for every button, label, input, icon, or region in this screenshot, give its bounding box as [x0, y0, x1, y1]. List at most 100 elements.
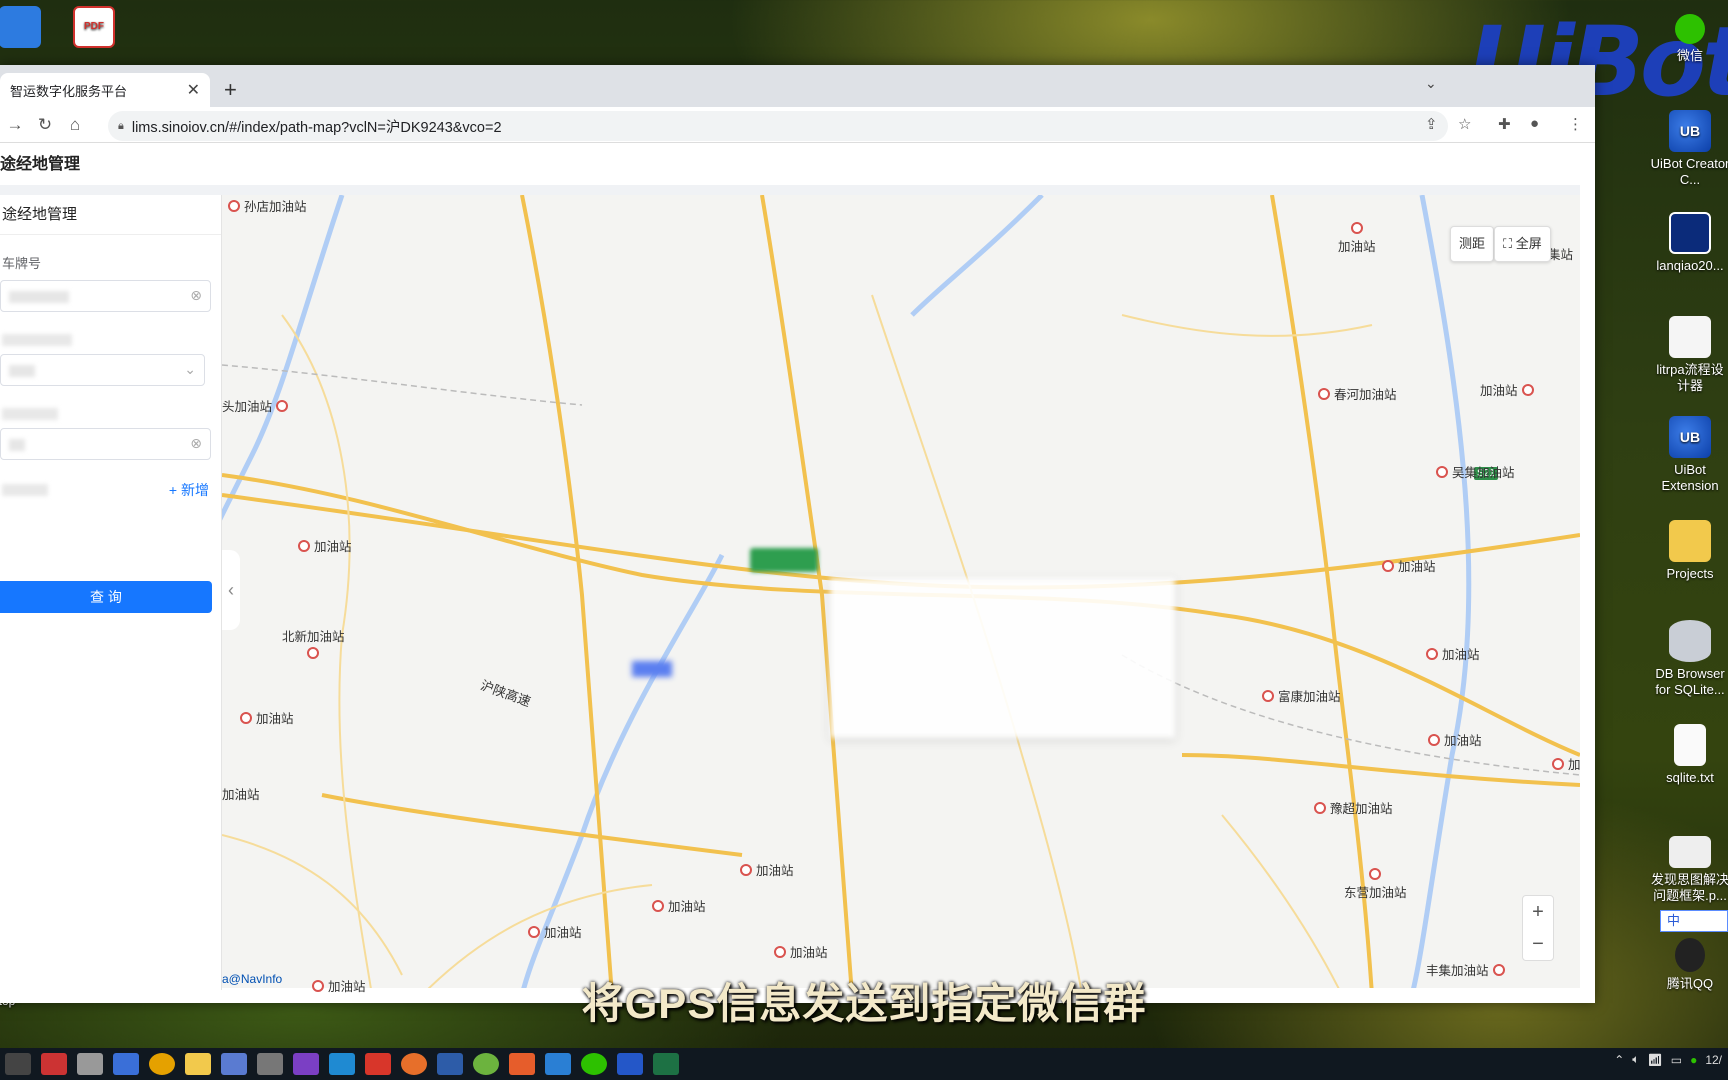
gas-pin-icon: [774, 945, 786, 958]
zoom-out-button[interactable]: −: [1523, 928, 1553, 960]
taskbar-app-icon[interactable]: [437, 1053, 463, 1075]
vehicle-marker[interactable]: [750, 548, 818, 572]
taskbar-app-icon[interactable]: [509, 1053, 535, 1075]
ime-label: 中: [1667, 913, 1681, 928]
gas-station-poi[interactable]: 加油站: [528, 922, 582, 941]
gas-station-poi[interactable]: 孙店加油站: [228, 196, 307, 215]
taskbar-app-icon[interactable]: [113, 1053, 139, 1075]
taskbar-app-icon[interactable]: [401, 1053, 427, 1075]
gas-station-poi[interactable]: 加油站: [240, 708, 294, 727]
star-icon[interactable]: ☆: [1458, 115, 1471, 133]
desktop-icon-label: UiBot Extension: [1661, 462, 1719, 493]
gas-pin-icon: [1314, 801, 1326, 814]
desktop-icon-label: Projects: [1666, 566, 1714, 581]
address-bar[interactable]: 🔒︎ lims.sinoiov.cn/#/index/path-map?vclN…: [108, 111, 1448, 141]
blurred-input[interactable]: ⊗: [0, 428, 211, 460]
tab-search-chevron-icon[interactable]: ⌄: [1425, 75, 1437, 92]
chrome-icon[interactable]: [149, 1053, 175, 1075]
excel-icon[interactable]: [653, 1053, 679, 1075]
desktop-icon-wechat[interactable]: 微信: [1650, 14, 1728, 64]
add-button[interactable]: + 新增: [169, 480, 209, 500]
desktop-icon-db-browser[interactable]: DB Browser for SQLite...: [1650, 620, 1728, 698]
chevron-down-icon: ⌄: [184, 361, 196, 377]
taskbar-app-icon[interactable]: [77, 1053, 103, 1075]
gas-station-poi[interactable]: 吴集加油站: [1436, 462, 1515, 481]
gas-station-poi[interactable]: 北新加油站: [282, 626, 345, 659]
gas-station-poi[interactable]: 加油站: [1382, 556, 1436, 575]
taskbar-app-icon[interactable]: [221, 1053, 247, 1075]
gas-station-poi[interactable]: 加油站: [774, 942, 828, 961]
blurred-label: [2, 484, 48, 496]
desktop-icon-uibot-creator[interactable]: UB UiBot Creator C...: [1650, 110, 1728, 188]
wechat-tray-icon[interactable]: ●: [1690, 1053, 1697, 1067]
taskbar-app-icon[interactable]: [41, 1053, 67, 1075]
gas-station-poi[interactable]: 豫超加油站: [1314, 798, 1393, 817]
uibot-icon[interactable]: [617, 1053, 643, 1075]
zoom-in-button[interactable]: +: [1523, 896, 1553, 928]
desktop-icon-litrpa[interactable]: litrpa流程设计器: [1650, 316, 1728, 394]
gas-station-poi[interactable]: 头加油站: [222, 396, 289, 415]
extensions-icon[interactable]: ✚: [1498, 115, 1511, 133]
desktop-icon-sqlite-txt[interactable]: sqlite.txt: [1650, 724, 1728, 786]
gas-station-poi[interactable]: 加油站: [1480, 380, 1534, 399]
poi-label: 加油站: [668, 900, 706, 914]
gas-station-poi[interactable]: 加油站: [740, 860, 794, 879]
clear-icon[interactable]: ⊗: [190, 287, 202, 304]
lock-icon: 🔒︎: [118, 119, 124, 132]
desktop-icon-image-file[interactable]: 发现思图解决问题框架.p...: [1650, 836, 1728, 904]
gas-station-poi[interactable]: 集站: [1548, 244, 1573, 263]
gas-station-poi[interactable]: 加油站: [222, 784, 260, 803]
gas-pin-icon: [1369, 868, 1382, 880]
home-icon[interactable]: ⌂: [60, 115, 90, 135]
query-button[interactable]: 查 询: [0, 581, 212, 613]
visual-studio-icon[interactable]: [293, 1053, 319, 1075]
close-icon[interactable]: ✕: [187, 80, 200, 100]
gas-station-poi[interactable]: 加油站: [652, 896, 706, 915]
gas-station-poi[interactable]: 加油站: [1428, 730, 1482, 749]
browser-tab[interactable]: 智运数字化服务平台 ✕: [0, 73, 210, 107]
share-icon[interactable]: ⇪: [1425, 115, 1438, 133]
folder-icon[interactable]: [185, 1053, 211, 1075]
measure-button[interactable]: 测距: [1450, 226, 1495, 262]
desktop-icon-projects[interactable]: Projects: [1650, 520, 1728, 582]
clear-icon[interactable]: ⊗: [190, 435, 202, 452]
ime-indicator[interactable]: 中: [1660, 910, 1728, 932]
desktop-icon-lanqiao[interactable]: lanqiao20...: [1650, 212, 1728, 274]
collapse-panel-button[interactable]: ‹: [222, 550, 240, 630]
gas-station-poi[interactable]: 加油站: [1338, 222, 1376, 255]
reload-icon[interactable]: ↻: [30, 115, 60, 135]
new-tab-button[interactable]: +: [224, 77, 237, 103]
gas-station-poi[interactable]: 东营加油站: [1344, 868, 1407, 901]
desktop-icon-pdf[interactable]: PDF: [54, 6, 134, 52]
taskbar: [0, 1048, 1728, 1080]
taskbar-app-icon[interactable]: [473, 1053, 499, 1075]
tray-chevron-icon[interactable]: ⌃: [1614, 1053, 1624, 1067]
gas-station-poi[interactable]: 加油站: [298, 536, 352, 555]
battery-icon[interactable]: ▭: [1671, 1053, 1682, 1067]
gas-station-poi[interactable]: 加油站: [1426, 644, 1480, 663]
type-select[interactable]: ⌄: [0, 354, 205, 386]
volume-icon[interactable]: 🔈︎: [1632, 1052, 1639, 1067]
network-icon[interactable]: 📶︎: [1647, 1053, 1662, 1067]
menu-icon[interactable]: ⋮: [1568, 115, 1583, 133]
profile-icon[interactable]: ●: [1530, 115, 1539, 132]
taskbar-app-icon[interactable]: [545, 1053, 571, 1075]
plate-input[interactable]: ⊗: [0, 280, 211, 312]
vscode-icon[interactable]: [329, 1053, 355, 1075]
clock[interactable]: 12/: [1705, 1053, 1722, 1067]
gas-station-poi[interactable]: 加: [1552, 754, 1581, 773]
fullscreen-button[interactable]: ⛶ 全屏: [1494, 226, 1551, 262]
gas-pin-icon: [1521, 383, 1534, 396]
poi-label: 加油站: [222, 788, 260, 802]
desktop-icon-uibot-extension[interactable]: UB UiBot Extension: [1650, 416, 1728, 494]
taskbar-app-icon[interactable]: [5, 1053, 31, 1075]
gas-station-poi[interactable]: 春河加油站: [1318, 384, 1397, 403]
gas-station-poi[interactable]: 富康加油站: [1262, 686, 1341, 705]
taskbar-app-icon[interactable]: [365, 1053, 391, 1075]
calculator-icon[interactable]: [257, 1053, 283, 1075]
wechat-icon[interactable]: [581, 1053, 607, 1075]
blue-app-icon: [0, 6, 41, 48]
forward-icon[interactable]: →: [0, 115, 30, 135]
gas-pin-icon: [307, 647, 320, 659]
desktop-icon-app[interactable]: [0, 6, 60, 52]
